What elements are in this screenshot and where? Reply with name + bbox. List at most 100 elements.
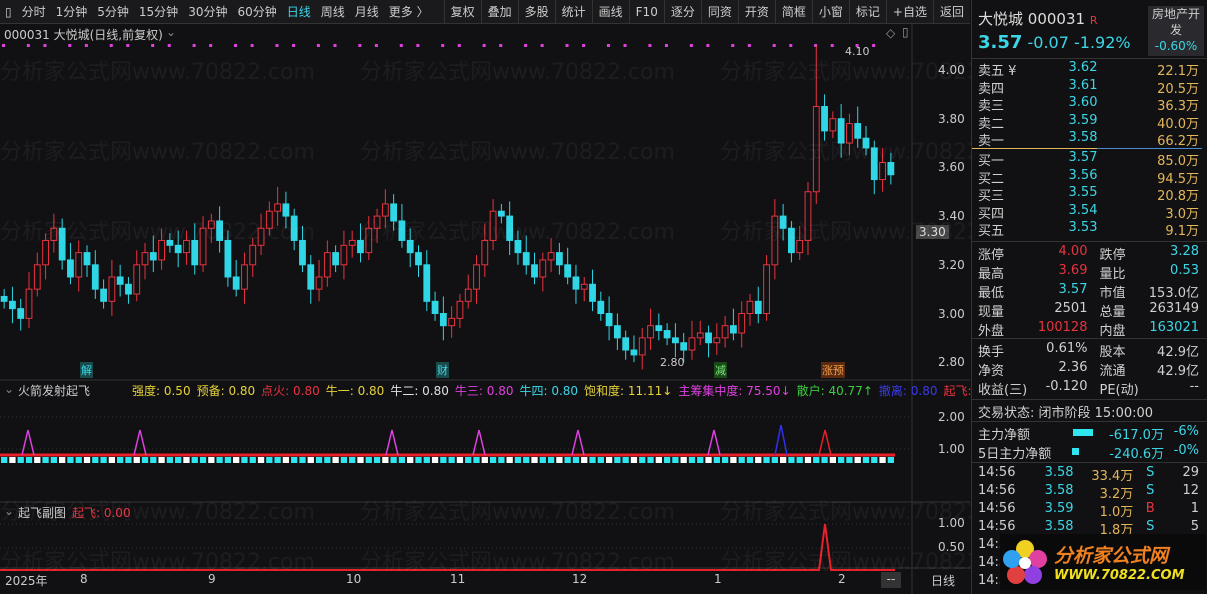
chevron-down-icon[interactable]: ⌄ xyxy=(4,504,14,518)
signal-block xyxy=(431,457,439,463)
signal-dot xyxy=(482,44,486,47)
candle xyxy=(854,123,862,139)
candle xyxy=(282,203,290,217)
cell: 20.5万 xyxy=(1157,81,1200,97)
period-tab[interactable]: 分时 xyxy=(17,3,51,20)
candle xyxy=(829,118,837,132)
signal-block xyxy=(539,457,546,463)
signal-block xyxy=(639,457,646,463)
candle xyxy=(796,239,804,254)
candle xyxy=(332,252,340,266)
param-value: 0.80 xyxy=(422,384,449,398)
signal-block xyxy=(224,457,232,463)
date-label: 1 xyxy=(714,572,722,586)
toolbar-button[interactable]: 画线 xyxy=(591,0,629,24)
event-tag[interactable]: 涨预 xyxy=(821,362,845,378)
cell: 涨停 xyxy=(978,248,1005,263)
signal-block xyxy=(605,457,613,463)
chevron-down-icon[interactable]: ⌄ xyxy=(4,382,14,396)
period-tab[interactable]: 更多 〉 xyxy=(384,3,434,20)
candle xyxy=(779,215,787,229)
period-tab[interactable]: 1分钟 xyxy=(51,3,93,20)
period-tab[interactable]: 月线 xyxy=(350,3,384,20)
period-tab[interactable]: 周线 xyxy=(316,3,350,20)
param-value: 11.11↓ xyxy=(627,384,673,398)
signal-block xyxy=(340,457,348,463)
signal-dot xyxy=(664,44,668,47)
candle xyxy=(207,220,215,229)
period-tab[interactable]: 15分钟 xyxy=(134,3,183,20)
price-axis-label: 3.00 xyxy=(938,306,965,321)
toolbar-button[interactable]: 叠加 xyxy=(480,0,518,24)
signal-block xyxy=(581,457,588,463)
signal-block xyxy=(597,457,604,463)
period-tab[interactable]: 30分钟 xyxy=(183,3,232,20)
signal-block xyxy=(589,457,596,463)
row: 最高 3.69 量比 0.53 xyxy=(978,263,1199,282)
signal-block xyxy=(547,457,555,463)
event-tag[interactable]: 减 xyxy=(714,362,727,378)
signal-block xyxy=(854,457,861,463)
scroll-end-button[interactable]: -- xyxy=(881,572,901,588)
toolbar-button[interactable]: 开资 xyxy=(737,0,775,24)
signal-block xyxy=(83,457,91,463)
period-tab[interactable]: 日线 xyxy=(282,3,316,20)
signal-block xyxy=(837,457,845,463)
row: 14:56 3.58 3.2万 S 12 xyxy=(978,483,1199,502)
candle xyxy=(116,276,124,285)
cell: 263149 xyxy=(1149,301,1199,316)
signal-peak xyxy=(818,429,832,456)
toolbar-button[interactable]: F10 xyxy=(628,0,664,24)
candle xyxy=(199,227,207,266)
event-tag[interactable]: 财 xyxy=(436,362,449,378)
signal-block xyxy=(572,457,580,463)
signal-dot xyxy=(2,44,5,47)
candle xyxy=(506,215,514,241)
flow-bar xyxy=(1072,429,1093,436)
toolbar-button[interactable]: 统计 xyxy=(554,0,592,24)
signal-block xyxy=(465,457,472,463)
toolbar-button[interactable]: 逐分 xyxy=(663,0,701,24)
chart-area[interactable]: 000031 大悦城(日线,前复权) ⌄ ◇ ▯ 4.00 3.80 3.60 3.4… xyxy=(0,24,1035,594)
period-tab[interactable]: 5分钟 xyxy=(92,3,134,20)
toolbar-button[interactable]: 复权 xyxy=(443,0,481,24)
toolbar-button[interactable]: +自选 xyxy=(885,0,933,24)
signal-block xyxy=(17,457,24,463)
candle xyxy=(547,252,555,261)
toolbar-button[interactable]: 多股 xyxy=(517,0,555,24)
period-tab[interactable]: 60分钟 xyxy=(232,3,281,20)
signal-block xyxy=(249,457,256,463)
period-label[interactable]: 日线 xyxy=(931,572,955,589)
candle xyxy=(83,252,91,266)
toolbar-button[interactable]: 小窗 xyxy=(811,0,849,24)
event-tag[interactable]: 解 xyxy=(80,362,93,378)
signal-block xyxy=(108,457,116,463)
signal-dot xyxy=(747,44,751,47)
candle xyxy=(580,283,588,290)
signal-block xyxy=(680,457,687,463)
candle xyxy=(398,220,406,241)
cell: 3.28 xyxy=(1170,244,1199,259)
cell: 现量 xyxy=(978,305,1005,320)
signal-dot xyxy=(358,44,362,47)
chart-canvas[interactable] xyxy=(0,24,970,594)
signal-peak xyxy=(472,429,486,456)
candle xyxy=(191,239,199,266)
toolbar-button[interactable]: 标记 xyxy=(848,0,886,24)
candle xyxy=(456,300,464,319)
signal-block xyxy=(299,457,306,463)
candle xyxy=(166,239,174,246)
signal-block xyxy=(663,457,671,463)
date-label: 8 xyxy=(80,572,88,586)
toolbar-button[interactable]: 返回 xyxy=(932,0,970,24)
panel-toggle-icon[interactable]: ▯ xyxy=(0,5,17,19)
row: 14:56 3.59 1.0万 B 1 xyxy=(978,501,1199,520)
sector-box[interactable]: 房地产开发 -0.60% xyxy=(1148,6,1204,56)
candle xyxy=(887,162,895,176)
stock-code: 000031 xyxy=(1027,10,1086,28)
signal-dot xyxy=(789,44,793,47)
toolbar-button[interactable]: 同资 xyxy=(700,0,738,24)
sector-pct: -0.60% xyxy=(1154,39,1198,53)
candle xyxy=(804,191,812,241)
toolbar-button[interactable]: 简框 xyxy=(774,0,812,24)
